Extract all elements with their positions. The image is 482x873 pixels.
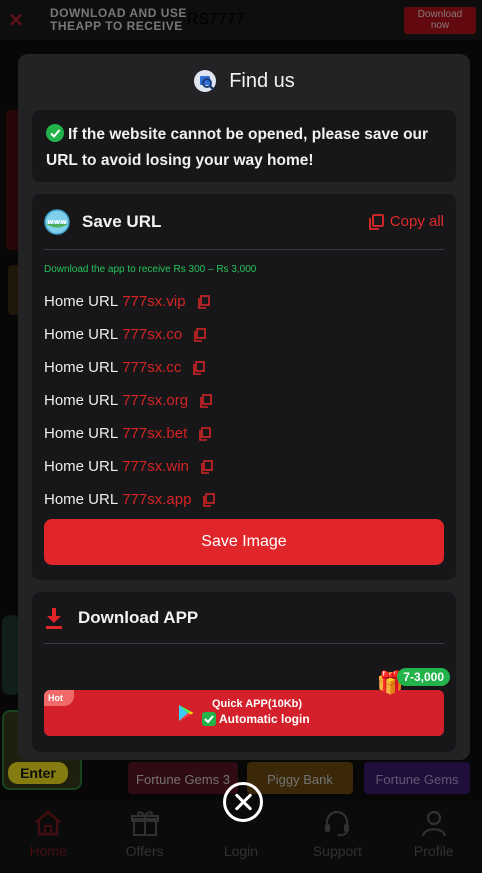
automatic-login-label: Automatic login — [219, 712, 310, 726]
url-value[interactable]: 777sx.app — [122, 491, 191, 508]
find-us-modal: Find us If the website cannot be opened,… — [18, 54, 470, 760]
url-row: Home URL 777sx.cc — [44, 351, 444, 384]
quick-app-title: Quick APP(10Kb) — [212, 698, 303, 710]
copy-url-icon[interactable] — [194, 327, 207, 342]
copy-url-icon[interactable] — [201, 459, 213, 474]
save-image-button[interactable]: Save Image — [44, 519, 444, 565]
save-url-card: www Save URL Copy all Download the app t… — [32, 194, 456, 580]
url-row: Home URL 777sx.co — [44, 318, 444, 351]
notice-text: If the website cannot be opened, please … — [46, 126, 429, 169]
find-us-icon — [194, 70, 217, 92]
url-value[interactable]: 777sx.bet — [122, 425, 187, 442]
hot-badge: Hot — [44, 690, 74, 706]
copy-url-icon[interactable] — [200, 393, 212, 408]
url-row: Home URL 777sx.org — [44, 384, 444, 417]
download-app-header: Download APP — [44, 592, 444, 644]
app-bonus-note: Download the app to receive Rs 300 – Rs … — [44, 264, 257, 275]
url-label: Home URL — [44, 326, 119, 343]
notice-card: If the website cannot be opened, please … — [32, 110, 456, 182]
automatic-login-row: Automatic login — [202, 712, 310, 726]
save-url-title: Save URL — [82, 211, 162, 231]
url-value[interactable]: 777sx.vip — [122, 293, 185, 310]
save-url-header: www Save URL Copy all — [44, 194, 444, 250]
google-play-icon — [179, 705, 194, 721]
url-value[interactable]: 777sx.cc — [122, 359, 181, 376]
url-label: Home URL — [44, 425, 119, 442]
page: ✕ DOWNLOAD AND USE THEAPP TO RECEIVE RS7… — [0, 0, 482, 873]
close-modal-icon[interactable] — [223, 782, 263, 822]
copy-icon — [368, 213, 384, 230]
download-app-card: Download APP Hot 🎁 7-3,000 Quick APP(10K… — [32, 592, 456, 752]
copy-url-icon[interactable] — [203, 492, 216, 507]
copy-all-label: Copy all — [389, 213, 444, 230]
bonus-badge: 7-3,000 — [397, 668, 450, 686]
url-value[interactable]: 777sx.win — [122, 458, 189, 475]
url-label: Home URL — [44, 359, 119, 376]
quick-app-button[interactable]: Hot 🎁 7-3,000 Quick APP(10Kb) Automatic … — [44, 668, 450, 736]
url-list: Home URL 777sx.vip Home URL 777sx.co Hom… — [44, 285, 444, 516]
copy-url-icon[interactable] — [199, 426, 212, 441]
download-app-title: Download APP — [78, 607, 199, 627]
www-globe-icon: www — [44, 208, 70, 235]
url-label: Home URL — [44, 491, 119, 508]
copy-url-icon[interactable] — [197, 294, 210, 309]
modal-header: Find us — [18, 54, 470, 108]
modal-title: Find us — [229, 69, 295, 92]
url-label: Home URL — [44, 392, 119, 409]
url-row: Home URL 777sx.vip — [44, 285, 444, 318]
check-box-icon — [202, 712, 216, 726]
url-value[interactable]: 777sx.co — [122, 326, 182, 343]
svg-text:www: www — [47, 218, 67, 226]
url-label: Home URL — [44, 458, 119, 475]
url-row: Home URL 777sx.app — [44, 483, 444, 516]
url-value[interactable]: 777sx.org — [122, 392, 188, 409]
check-circle-icon — [46, 124, 64, 142]
url-row: Home URL 777sx.bet — [44, 417, 444, 450]
url-label: Home URL — [44, 293, 119, 310]
url-row: Home URL 777sx.win — [44, 450, 444, 483]
copy-all-button[interactable]: Copy all — [368, 213, 444, 230]
download-icon — [46, 607, 62, 629]
copy-url-icon[interactable] — [193, 360, 206, 375]
